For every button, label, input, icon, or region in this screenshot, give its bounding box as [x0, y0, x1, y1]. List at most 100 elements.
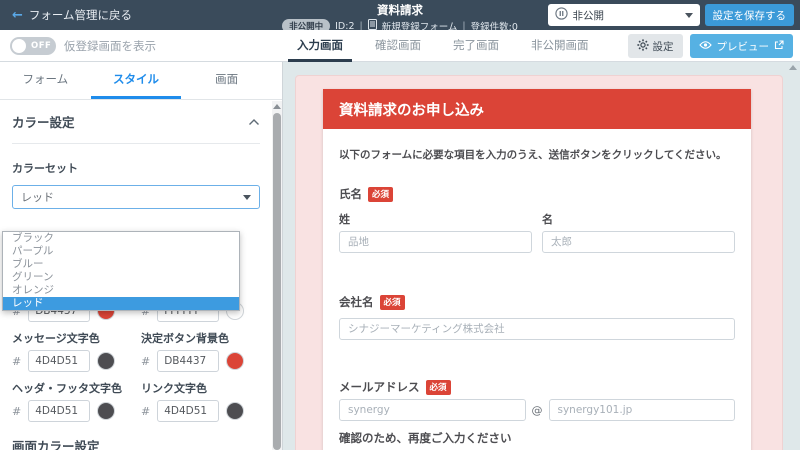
- hex-input[interactable]: [28, 400, 90, 422]
- form-preview-area: 資料請求のお申し込み 以下のフォームに必要な項目を入力のうえ、送信ボタンをクリッ…: [283, 62, 800, 450]
- color-field-message-text: メッセージ文字色 #: [12, 330, 131, 372]
- form-card-title: 資料請求のお申し込み: [323, 89, 751, 129]
- color-field-label: ヘッダ・フッタ文字色: [12, 380, 131, 396]
- preview-button-label: プレビュー: [717, 39, 770, 54]
- sidebar-scrollbar[interactable]: [272, 101, 282, 450]
- email-field-block: メールアドレス 必須 @ 確認のため、再度ご入力ください @: [339, 379, 735, 450]
- colorset-option-black[interactable]: ブラック: [3, 232, 239, 245]
- color-swatch[interactable]: [97, 352, 115, 370]
- toggle-state-label: OFF: [31, 41, 51, 51]
- color-field-link-text: リンク文字色 #: [141, 380, 260, 422]
- form-card: 資料請求のお申し込み 以下のフォームに必要な項目を入力のうえ、送信ボタンをクリッ…: [323, 89, 751, 450]
- sidebar-tab-style[interactable]: スタイル: [91, 62, 182, 99]
- publish-status-select[interactable]: 非公開: [548, 4, 700, 26]
- gear-icon: [637, 39, 649, 54]
- style-sidebar: フォーム スタイル 画面 カラー設定 カラーセット レッド ブラック パープル …: [0, 62, 283, 450]
- temp-registration-toggle-wrap: OFF 仮登録画面を表示: [10, 37, 156, 55]
- temp-registration-toggle[interactable]: OFF: [10, 37, 56, 55]
- color-field-label: リンク文字色: [141, 380, 260, 396]
- email-confirm-label: 確認のため、再度ご入力ください: [339, 430, 735, 446]
- publish-status-value: 非公開: [573, 8, 605, 23]
- at-sign: @: [532, 404, 543, 417]
- name-label: 氏名: [339, 186, 362, 202]
- eye-icon: [699, 40, 712, 53]
- color-field-button-bg: 決定ボタン背景色 #: [141, 330, 260, 372]
- hex-input[interactable]: [157, 400, 219, 422]
- screen-toolbar: OFF 仮登録画面を表示 入力画面 確認画面 完了画面 非公開画面 設定 プレビ…: [0, 30, 800, 62]
- color-swatch[interactable]: [226, 352, 244, 370]
- sidebar-tab-screen[interactable]: 画面: [181, 62, 272, 99]
- colorset-option-red[interactable]: レッド: [3, 297, 239, 310]
- name-field-block: 氏名 必須 姓 名: [339, 186, 735, 253]
- email-local-input[interactable]: [339, 399, 526, 421]
- hash-prefix: #: [12, 355, 21, 368]
- save-settings-button[interactable]: 設定を保存する: [705, 4, 795, 26]
- email-domain-input[interactable]: [549, 399, 736, 421]
- form-header-info: 資料請求 非公開中 ID:2 | 新規登録フォーム | 登録件数:0: [240, 0, 560, 33]
- color-swatch[interactable]: [97, 402, 115, 420]
- external-link-icon: [774, 40, 784, 53]
- colorset-option-orange[interactable]: オレンジ: [3, 284, 239, 297]
- sidebar-content: カラー設定 カラーセット レッド ブラック パープル ブルー グリーン オレンジ…: [0, 100, 282, 450]
- colorset-label: カラーセット: [12, 160, 260, 176]
- scroll-up-icon: [273, 104, 281, 109]
- tab-input-screen[interactable]: 入力画面: [288, 30, 352, 62]
- color-settings-accordion[interactable]: カラー設定: [12, 100, 260, 144]
- toolbar-actions: 設定 プレビュー: [628, 34, 794, 58]
- pause-icon: [555, 7, 568, 23]
- color-settings-title: カラー設定: [12, 112, 75, 131]
- sidebar-tabs: フォーム スタイル 画面: [0, 62, 282, 100]
- scroll-up-icon: [789, 65, 797, 70]
- hex-input[interactable]: [28, 350, 90, 372]
- toggle-knob: [12, 39, 26, 53]
- form-intro-text: 以下のフォームに必要な項目を入力のうえ、送信ボタンをクリックしてください。: [339, 147, 735, 162]
- color-swatch[interactable]: [226, 402, 244, 420]
- required-badge: 必須: [426, 380, 451, 395]
- hash-prefix: #: [141, 405, 150, 418]
- last-name-label: 姓: [339, 211, 532, 227]
- company-field-block: 会社名 必須: [339, 294, 735, 340]
- back-to-form-management-link[interactable]: ← フォーム管理に戻る: [12, 7, 132, 23]
- form-builder-app: ← フォーム管理に戻る 資料請求 非公開中 ID:2 | 新規登録フォーム | …: [0, 0, 800, 450]
- form-page-background: 資料請求のお申し込み 以下のフォームに必要な項目を入力のうえ、送信ボタンをクリッ…: [295, 75, 783, 450]
- colorset-option-purple[interactable]: パープル: [3, 245, 239, 258]
- required-badge: 必須: [380, 295, 405, 310]
- colorset-option-green[interactable]: グリーン: [3, 271, 239, 284]
- company-label: 会社名: [339, 294, 374, 310]
- top-actions: 非公開 設定を保存する: [548, 4, 795, 26]
- chevron-up-icon: [248, 114, 260, 129]
- colorset-select[interactable]: レッド: [12, 185, 260, 209]
- settings-button[interactable]: 設定: [628, 34, 683, 58]
- chevron-down-icon: [243, 195, 251, 200]
- back-label: フォーム管理に戻る: [29, 7, 132, 23]
- tab-confirm-screen[interactable]: 確認画面: [366, 30, 430, 62]
- last-name-input[interactable]: [339, 231, 532, 253]
- scrollbar-thumb[interactable]: [273, 113, 281, 450]
- color-field-label: メッセージ文字色: [12, 330, 131, 346]
- required-badge: 必須: [368, 187, 393, 202]
- toggle-description: 仮登録画面を表示: [64, 38, 156, 54]
- top-bar: ← フォーム管理に戻る 資料請求 非公開中 ID:2 | 新規登録フォーム | …: [0, 0, 800, 30]
- back-arrow-icon: ←: [12, 8, 23, 23]
- company-input[interactable]: [339, 318, 735, 340]
- hex-input[interactable]: [157, 350, 219, 372]
- settings-button-label: 設定: [653, 39, 674, 54]
- sidebar-tab-form[interactable]: フォーム: [0, 62, 91, 99]
- colorset-select-value: レッド: [21, 189, 54, 205]
- tab-private-screen[interactable]: 非公開画面: [522, 30, 598, 62]
- hash-prefix: #: [12, 405, 21, 418]
- colorset-dropdown: ブラック パープル ブルー グリーン オレンジ レッド: [2, 231, 240, 311]
- screen-tabs: 入力画面 確認画面 完了画面 非公開画面: [288, 30, 598, 62]
- colorset-option-blue[interactable]: ブルー: [3, 258, 239, 271]
- tab-complete-screen[interactable]: 完了画面: [444, 30, 508, 62]
- form-title: 資料請求: [240, 2, 560, 18]
- chevron-down-icon: [685, 13, 693, 18]
- preview-button[interactable]: プレビュー: [690, 34, 794, 58]
- form-card-body: 以下のフォームに必要な項目を入力のうえ、送信ボタンをクリックしてください。 氏名…: [323, 129, 751, 450]
- first-name-input[interactable]: [542, 231, 735, 253]
- first-name-label: 名: [542, 211, 735, 227]
- color-field-label: 決定ボタン背景色: [141, 330, 260, 346]
- email-label: メールアドレス: [339, 379, 420, 395]
- color-field-header-footer-text: ヘッダ・フッタ文字色 #: [12, 380, 131, 422]
- screen-color-settings-title: 画面カラー設定: [12, 436, 260, 450]
